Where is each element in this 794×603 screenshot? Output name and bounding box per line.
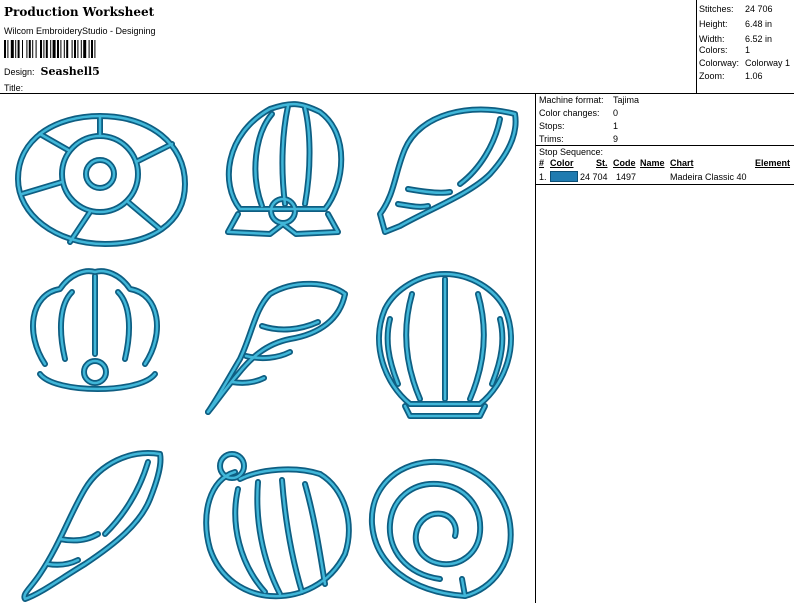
col-num: # (539, 158, 545, 168)
info-color-changes: Color changes: 0 (539, 108, 619, 118)
stat-height: Height: 6.48 in (699, 19, 773, 29)
shell-spiral-icon (368, 458, 514, 599)
stat-zoom: Zoom: 1.06 (699, 71, 763, 81)
stat-stitches: Stitches: 24 706 (699, 4, 773, 14)
shell-spiral-tower-icon (205, 280, 348, 415)
shell-scallop-icon (376, 271, 514, 419)
design-preview (0, 94, 536, 603)
shell-scallop-pearl-icon (225, 101, 345, 237)
design-name: Seashell5 (40, 65, 100, 78)
col-chart: Chart (670, 158, 694, 168)
stat-colors: Colors: 1 (699, 45, 751, 55)
app-subtitle: Wilcom EmbroideryStudio - Designing (4, 26, 156, 36)
row-num: 1. (539, 172, 547, 182)
info-stops: Stops: 1 (539, 121, 619, 131)
color-swatch (550, 171, 578, 182)
barcode-icon (4, 40, 96, 58)
stat-colorway: Colorway: Colorway 1 (699, 58, 791, 68)
stat-width: Width: 6.52 in (699, 34, 773, 44)
col-name: Name (640, 158, 665, 168)
shell-conch-icon (377, 106, 519, 235)
design-label: Design: (4, 67, 35, 77)
shell-whelk-icon (21, 450, 164, 602)
divider (536, 145, 794, 146)
col-color: Color (550, 158, 574, 168)
col-code: Code (613, 158, 636, 168)
worksheet-title: Production Worksheet (4, 5, 155, 19)
shell-clam-pearl-icon (30, 268, 160, 392)
title-label: Title: (4, 83, 24, 93)
design-stats: Stitches: 24 706 Height: 6.48 in Width: 6.5… (696, 0, 794, 94)
col-stitches: St. (596, 158, 608, 168)
info-trims: Trims: 9 (539, 134, 619, 144)
row-code: 1497 (616, 172, 637, 182)
shell-ribbed-icon (203, 451, 352, 600)
stop-sequence-title: Stop Sequence: (539, 147, 604, 157)
info-machine-format: Machine format: Tajima (539, 95, 640, 105)
row-chart: Madeira Classic 40 (670, 172, 747, 182)
design-row: Design: Seashell5 (4, 65, 100, 78)
worksheet-header: Production Worksheet Wilcom EmbroiderySt… (0, 0, 696, 94)
divider (536, 184, 794, 185)
shell-nautilus-icon (15, 113, 188, 247)
col-element: Element (755, 158, 791, 168)
seashell-designs (15, 101, 519, 602)
row-stitches: 24 704 (580, 172, 608, 182)
